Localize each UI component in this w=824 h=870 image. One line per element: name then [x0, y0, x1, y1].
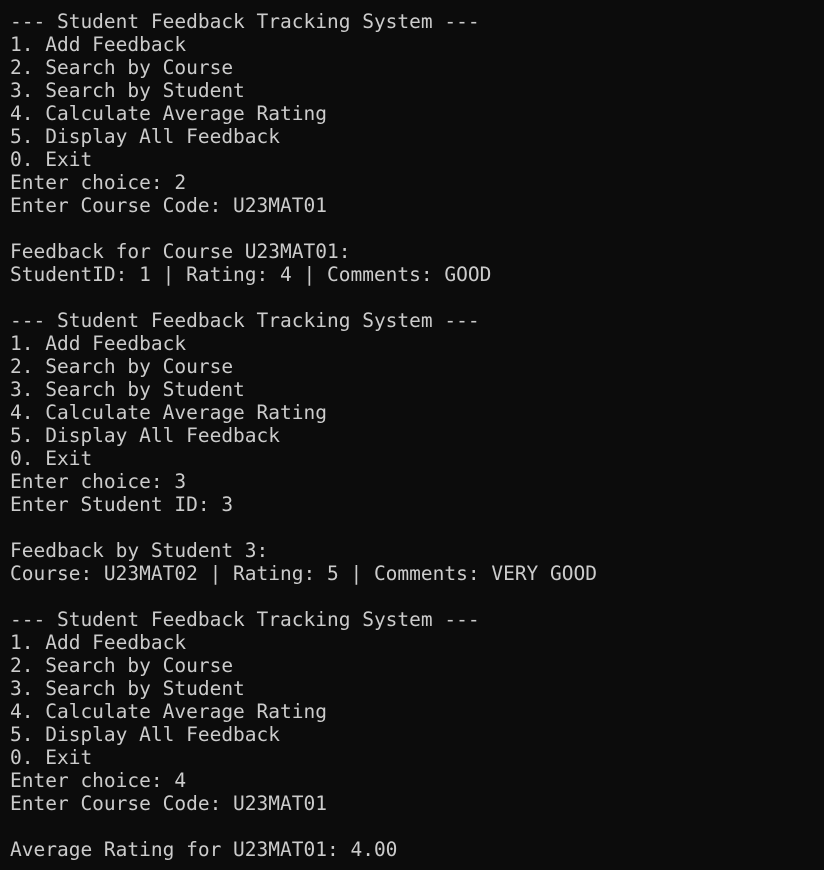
terminal-line: Course: U23MAT02 | Rating: 5 | Comments:…: [10, 562, 597, 585]
terminal-line: 3. Search by Student: [10, 677, 245, 700]
terminal-line: 2. Search by Course: [10, 355, 234, 378]
terminal-line: 0. Exit: [10, 746, 93, 769]
terminal-line: 5. Display All Feedback: [10, 125, 281, 148]
terminal-line: --- Student Feedback Tracking System ---: [10, 10, 480, 33]
terminal-line: Enter choice: 3: [10, 470, 187, 493]
terminal-line: Feedback for Course U23MAT01:: [10, 240, 351, 263]
terminal-line: 4. Calculate Average Rating: [10, 102, 327, 125]
terminal-line: 5. Display All Feedback: [10, 424, 281, 447]
terminal-line: Enter Course Code: U23MAT01: [10, 194, 327, 217]
terminal-line: 3. Search by Student: [10, 378, 245, 401]
terminal-line: Average Rating for U23MAT01: 4.00: [10, 838, 398, 861]
terminal-line: 1. Add Feedback: [10, 631, 187, 654]
terminal-line: Enter choice: 4: [10, 769, 187, 792]
terminal-line: 2. Search by Course: [10, 56, 234, 79]
terminal-line: 3. Search by Student: [10, 79, 245, 102]
terminal-line: --- Student Feedback Tracking System ---: [10, 608, 480, 631]
terminal-line: --- Student Feedback Tracking System ---: [10, 309, 480, 332]
terminal-line: Enter Student ID: 3: [10, 493, 234, 516]
terminal-line: 4. Calculate Average Rating: [10, 700, 327, 723]
terminal-line: Enter Course Code: U23MAT01: [10, 792, 327, 815]
terminal-line: 0. Exit: [10, 447, 93, 470]
terminal-line: Enter choice: 2: [10, 171, 187, 194]
terminal-line: 2. Search by Course: [10, 654, 234, 677]
terminal-line: Feedback by Student 3:: [10, 539, 269, 562]
terminal-output[interactable]: --- Student Feedback Tracking System ---…: [0, 0, 824, 870]
terminal-line: StudentID: 1 | Rating: 4 | Comments: GOO…: [10, 263, 492, 286]
terminal-line: 1. Add Feedback: [10, 33, 187, 56]
terminal-line: 5. Display All Feedback: [10, 723, 281, 746]
terminal-line: 1. Add Feedback: [10, 332, 187, 355]
terminal-line: 0. Exit: [10, 148, 93, 171]
terminal-line: 4. Calculate Average Rating: [10, 401, 327, 424]
